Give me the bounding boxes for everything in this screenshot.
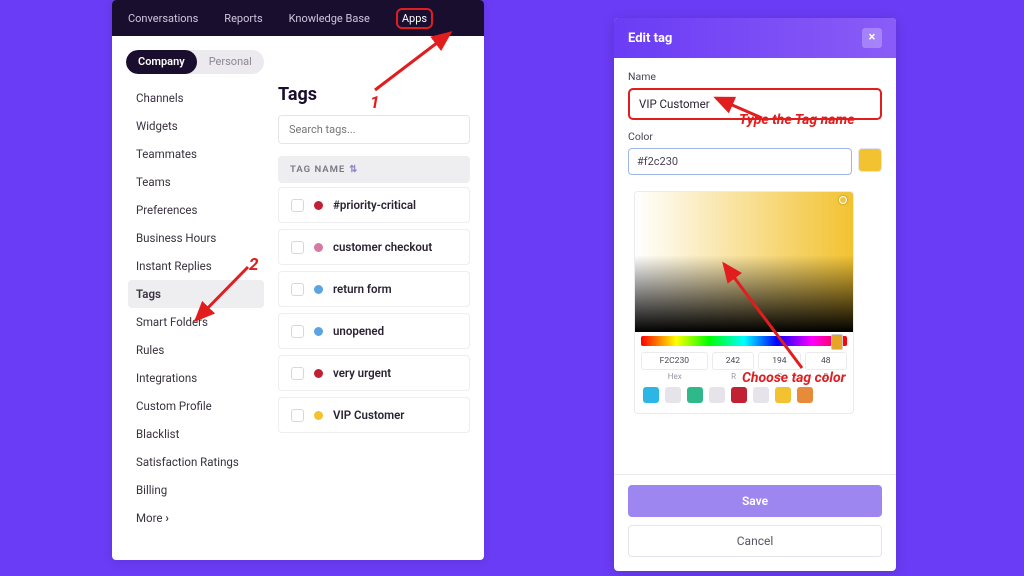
preset-swatch[interactable] <box>687 387 703 403</box>
tag-row[interactable]: customer checkout <box>278 229 470 265</box>
tag-checkbox[interactable] <box>291 241 304 254</box>
name-label: Name <box>628 70 882 83</box>
preset-swatch[interactable] <box>797 387 813 403</box>
sidebar-item-instant-replies[interactable]: Instant Replies <box>128 252 264 280</box>
sidebar-item-business-hours[interactable]: Business Hours <box>128 224 264 252</box>
nav-reports[interactable]: Reports <box>224 12 262 25</box>
tag-color-dot <box>314 201 323 210</box>
tag-checkbox[interactable] <box>291 283 304 296</box>
sidebar-item-integrations[interactable]: Integrations <box>128 364 264 392</box>
r-val[interactable]: 242 <box>712 352 754 370</box>
preset-swatch[interactable] <box>709 387 725 403</box>
preset-swatch[interactable] <box>753 387 769 403</box>
tag-name-input[interactable] <box>628 88 882 120</box>
sidebar-item-smart-folders[interactable]: Smart Folders <box>128 308 264 336</box>
modal-header: Edit tag × <box>614 18 896 58</box>
tag-checkbox[interactable] <box>291 325 304 338</box>
edit-tag-modal: Edit tag × Name Color F2C230 242 194 48 … <box>614 18 896 571</box>
g-lbl: G <box>759 372 801 381</box>
tag-row[interactable]: #priority-critical <box>278 187 470 223</box>
sidebar-item-channels[interactable]: Channels <box>128 84 264 112</box>
scope-personal[interactable]: Personal <box>197 50 264 74</box>
tag-checkbox[interactable] <box>291 409 304 422</box>
tag-row[interactable]: unopened <box>278 313 470 349</box>
settings-body: ChannelsWidgetsTeammatesTeamsPreferences… <box>112 80 484 532</box>
tag-label: customer checkout <box>333 240 432 254</box>
search-input[interactable] <box>278 115 470 144</box>
scope-toggle: Company Personal <box>126 50 264 74</box>
preset-swatch[interactable] <box>665 387 681 403</box>
hex-lbl: Hex <box>641 372 708 381</box>
sidebar-item-widgets[interactable]: Widgets <box>128 112 264 140</box>
tag-label: return form <box>333 282 392 296</box>
preset-swatch[interactable] <box>775 387 791 403</box>
cancel-button[interactable]: Cancel <box>628 525 882 557</box>
tag-color-dot <box>314 369 323 378</box>
nav-apps[interactable]: Apps <box>396 8 433 29</box>
tags-main: Tags TAG NAME ⇅ #priority-critical custome… <box>274 80 484 532</box>
preset-swatch[interactable] <box>643 387 659 403</box>
tag-label: very urgent <box>333 366 391 380</box>
tag-row[interactable]: VIP Customer <box>278 397 470 433</box>
tag-color-dot <box>314 243 323 252</box>
sidebar-item-billing[interactable]: Billing <box>128 476 264 504</box>
sidebar-item-preferences[interactable]: Preferences <box>128 196 264 224</box>
nav-conversations[interactable]: Conversations <box>128 12 198 25</box>
settings-sidebar: ChannelsWidgetsTeammatesTeamsPreferences… <box>112 80 274 532</box>
tag-label: #priority-critical <box>333 198 416 212</box>
scope-company[interactable]: Company <box>126 50 197 74</box>
tag-label: VIP Customer <box>333 408 404 422</box>
tag-color-dot <box>314 285 323 294</box>
b-lbl: B <box>805 372 847 381</box>
tag-color-dot <box>314 327 323 336</box>
color-swatch[interactable] <box>858 148 882 172</box>
tag-label: unopened <box>333 324 384 338</box>
tag-checkbox[interactable] <box>291 199 304 212</box>
sidebar-item-blacklist[interactable]: Blacklist <box>128 420 264 448</box>
sidebar-item-custom-profile[interactable]: Custom Profile <box>128 392 264 420</box>
sort-icon: ⇅ <box>349 164 358 175</box>
sidebar-item-tags[interactable]: Tags <box>128 280 264 308</box>
hex-val[interactable]: F2C230 <box>641 352 708 370</box>
tag-row[interactable]: very urgent <box>278 355 470 391</box>
column-header-label: TAG NAME <box>290 164 345 175</box>
preset-swatch[interactable] <box>731 387 747 403</box>
b-val[interactable]: 48 <box>805 352 847 370</box>
column-header[interactable]: TAG NAME ⇅ <box>278 156 470 183</box>
modal-title: Edit tag <box>628 31 672 46</box>
top-nav: Conversations Reports Knowledge Base App… <box>112 0 484 36</box>
sidebar-item-rules[interactable]: Rules <box>128 336 264 364</box>
save-button[interactable]: Save <box>628 485 882 517</box>
color-label: Color <box>628 130 882 143</box>
sidebar-item-more[interactable]: More <box>128 504 264 532</box>
sidebar-item-teams[interactable]: Teams <box>128 168 264 196</box>
tag-color-dot <box>314 411 323 420</box>
preset-row <box>635 387 853 413</box>
g-val[interactable]: 194 <box>758 352 800 370</box>
nav-knowledge-base[interactable]: Knowledge Base <box>289 12 370 25</box>
saturation-cursor[interactable] <box>839 196 847 204</box>
close-icon[interactable]: × <box>862 28 882 48</box>
modal-footer: Save Cancel <box>614 474 896 571</box>
tag-checkbox[interactable] <box>291 367 304 380</box>
hue-slider[interactable] <box>641 336 847 346</box>
r-lbl: R <box>712 372 754 381</box>
color-hex-input[interactable] <box>628 148 852 175</box>
saturation-field[interactable] <box>635 192 853 332</box>
settings-panel: Conversations Reports Knowledge Base App… <box>112 0 484 560</box>
color-picker: F2C230 242 194 48 Hex R G B <box>634 191 854 414</box>
sidebar-item-teammates[interactable]: Teammates <box>128 140 264 168</box>
tag-row[interactable]: return form <box>278 271 470 307</box>
sidebar-item-satisfaction-ratings[interactable]: Satisfaction Ratings <box>128 448 264 476</box>
tag-list: #priority-critical customer checkout retur… <box>278 187 470 433</box>
page-title: Tags <box>278 84 470 105</box>
